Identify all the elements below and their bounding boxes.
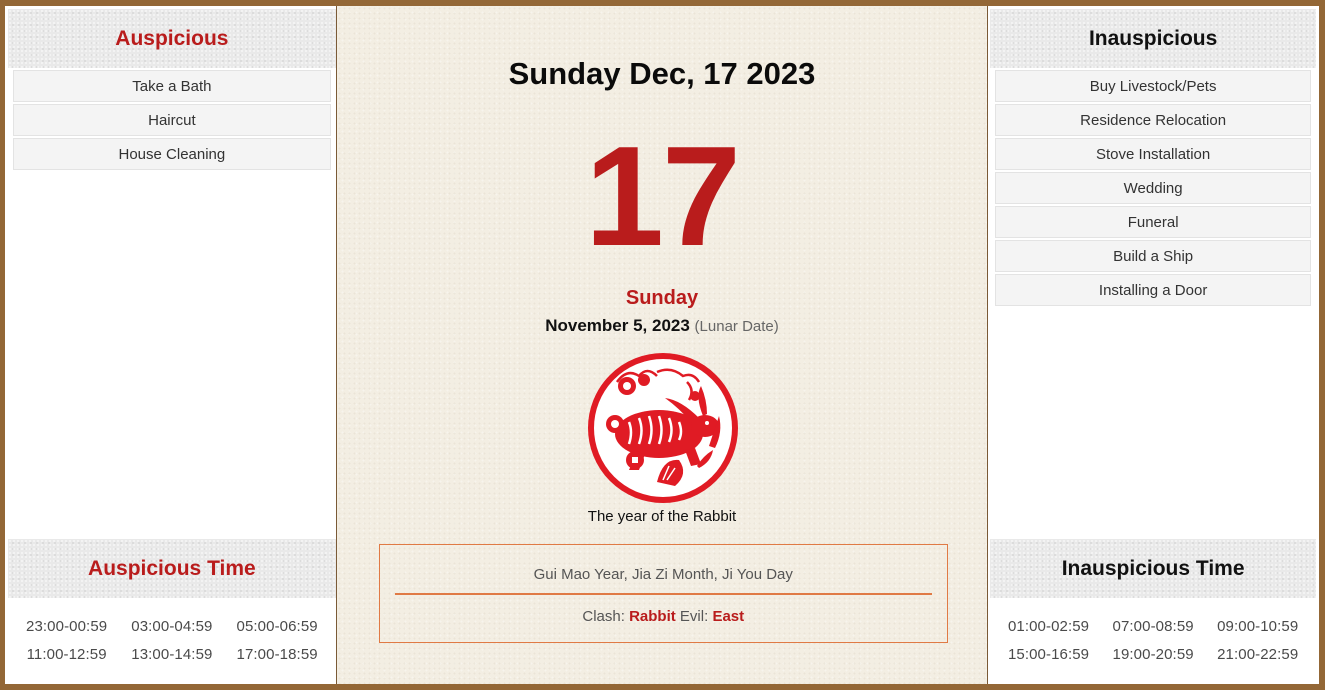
calendar-page: Sunday Dec, 17 2023 17 Sunday November 5…: [336, 6, 988, 684]
inauspicious-time-slot: 21:00-22:59: [1217, 645, 1299, 663]
evil-label: Evil:: [679, 608, 709, 625]
inauspicious-time-slot: 15:00-16:59: [1007, 645, 1090, 663]
auspicious-time-header: Auspicious Time: [8, 539, 336, 598]
ganzhi-info-box: Gui Mao Year, Jia Zi Month, Ji You Day C…: [378, 544, 948, 643]
zodiac-caption: The year of the Rabbit: [587, 508, 737, 525]
auspicious-time-slot: 17:00-18:59: [236, 645, 318, 663]
inauspicious-list: Buy Livestock/Pets Residence Relocation …: [990, 68, 1316, 308]
auspicious-item[interactable]: Take a Bath: [13, 70, 331, 102]
inauspicious-time-slot: 01:00-02:59: [1007, 618, 1090, 635]
inauspicious-item[interactable]: Buy Livestock/Pets: [995, 70, 1311, 102]
auspicious-time-slot: 03:00-04:59: [131, 618, 213, 635]
clash-label: Clash:: [582, 608, 625, 625]
inauspicious-column: Inauspicious Buy Livestock/Pets Residenc…: [988, 6, 1319, 684]
auspicious-time-slot: 05:00-06:59: [236, 618, 318, 635]
inauspicious-time-slot: 09:00-10:59: [1217, 618, 1299, 635]
evil-value: East: [712, 608, 745, 625]
auspicious-item[interactable]: House Cleaning: [13, 138, 331, 170]
lunar-date: November 5, 2023: [545, 316, 690, 335]
inauspicious-item[interactable]: Build a Ship: [995, 240, 1311, 272]
inauspicious-item[interactable]: Funeral: [995, 206, 1311, 238]
clash-line: Clash: Rabbit Evil: East: [380, 608, 947, 625]
info-divider: [394, 593, 932, 595]
inauspicious-item[interactable]: Installing a Door: [995, 274, 1311, 306]
auspicious-list: Take a Bath Haircut House Cleaning: [8, 68, 336, 172]
clash-value: Rabbit: [629, 608, 676, 625]
inauspicious-time-grid: 01:00-02:59 07:00-08:59 09:00-10:59 15:0…: [990, 598, 1316, 684]
auspicious-item[interactable]: Haircut: [13, 104, 331, 136]
inauspicious-time-header: Inauspicious Time: [990, 539, 1316, 598]
auspicious-header: Auspicious: [8, 9, 336, 68]
almanac-frame: Auspicious Take a Bath Haircut House Cle…: [5, 6, 1319, 684]
inauspicious-time-slot: 19:00-20:59: [1112, 645, 1194, 663]
inauspicious-time-slot: 07:00-08:59: [1112, 618, 1194, 635]
lunar-note: (Lunar Date): [694, 318, 779, 335]
weekday: Sunday: [625, 287, 699, 309]
lunar-date-line: November 5, 2023 (Lunar Date): [337, 316, 988, 336]
auspicious-time-grid: 23:00-00:59 03:00-04:59 05:00-06:59 11:0…: [8, 598, 336, 684]
auspicious-time-slot: 13:00-14:59: [131, 645, 213, 663]
date-title: Sunday Dec, 17 2023: [508, 56, 816, 91]
auspicious-time-slot: 23:00-00:59: [26, 618, 108, 635]
inauspicious-item[interactable]: Stove Installation: [995, 138, 1311, 170]
auspicious-column: Auspicious Take a Bath Haircut House Cle…: [5, 6, 336, 684]
ganzhi-text: Gui Mao Year, Jia Zi Month, Ji You Day: [533, 566, 793, 583]
auspicious-time-slot: 11:00-12:59: [26, 645, 107, 663]
day-number: 17: [585, 117, 741, 276]
rabbit-papercut-icon: [587, 353, 738, 503]
inauspicious-item[interactable]: Residence Relocation: [995, 104, 1311, 136]
inauspicious-item[interactable]: Wedding: [995, 172, 1311, 204]
inauspicious-header: Inauspicious: [990, 9, 1316, 68]
